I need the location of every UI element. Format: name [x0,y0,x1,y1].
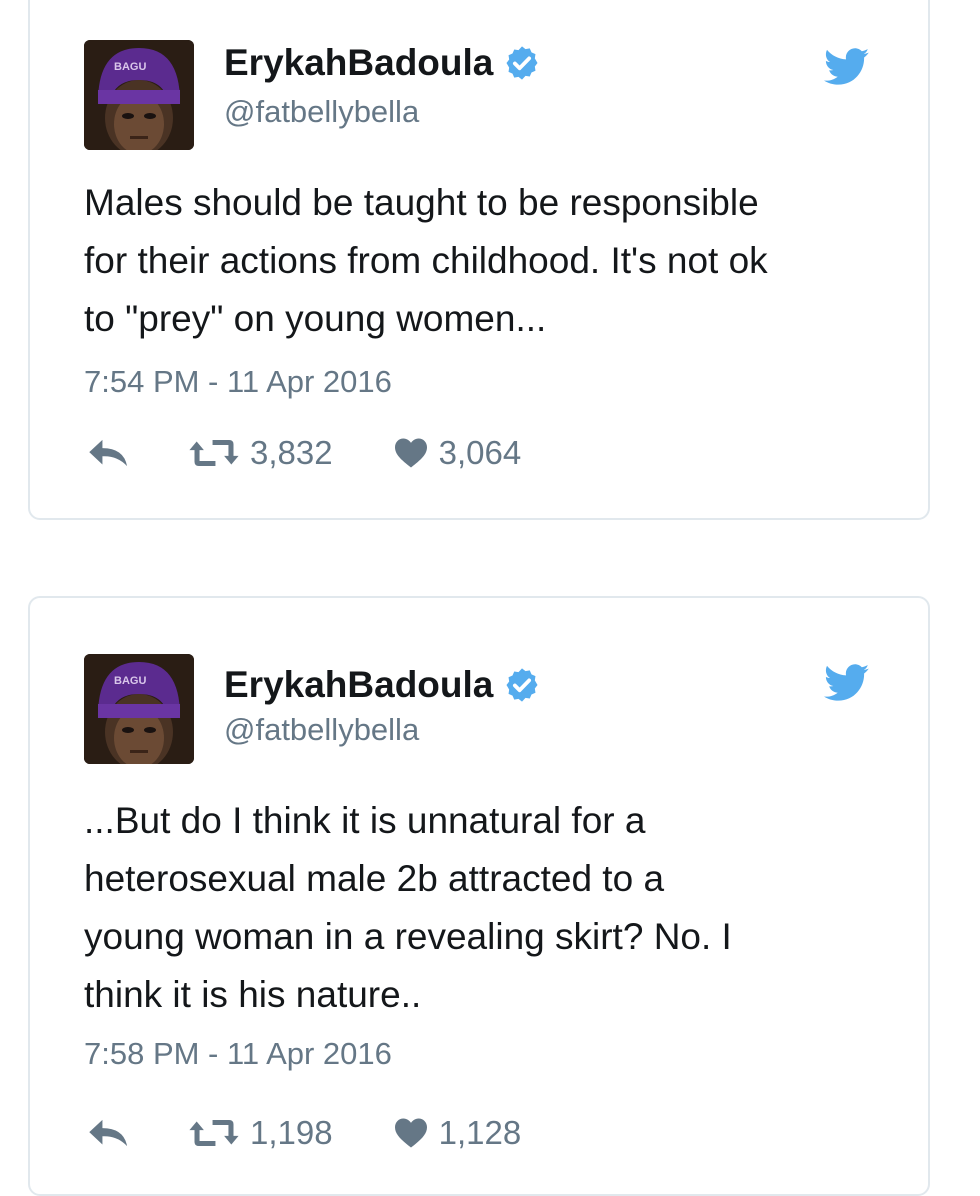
tweet-timestamp[interactable]: 7:54 PM - 11 Apr 2016 [84,364,392,400]
tweet-text: Males should be taught to be responsible… [84,182,768,339]
retweet-icon [189,1120,239,1146]
user-handle[interactable]: @fatbellybella [224,94,419,130]
retweet-button[interactable]: 3,832 [188,434,333,472]
tweet-text: ...But do I think it is unnatural for a … [84,800,732,1015]
heart-icon [394,1118,427,1148]
like-button[interactable]: 3,064 [393,434,522,472]
like-button[interactable]: 1,128 [393,1114,522,1152]
retweet-count: 3,832 [250,434,333,471]
display-name-text: ErykahBadoula [224,664,494,705]
svg-text:BAGU: BAGU [114,61,146,73]
retweet-button[interactable]: 1,198 [188,1114,333,1152]
twitter-bird-icon[interactable] [824,664,870,702]
reply-arrow-icon[interactable] [86,436,132,470]
verified-badge-icon [506,668,538,702]
user-handle[interactable]: @fatbellybella [224,712,419,748]
tweet-card: BAGU ErykahBadoula @fatbellybella ...But… [28,596,930,1196]
heart-icon [394,438,427,468]
reply-arrow-icon[interactable] [86,1116,132,1150]
like-count: 3,064 [438,434,522,471]
display-name-text: ErykahBadoula [224,42,494,83]
twitter-bird-icon[interactable] [824,48,870,86]
tweet-actions: 3,832 3,064 [86,434,521,472]
tweet-actions: 1,198 1,128 [86,1114,521,1152]
avatar[interactable]: BAGU [84,654,194,764]
avatar[interactable]: BAGU [84,40,194,150]
tweet-timestamp[interactable]: 7:58 PM - 11 Apr 2016 [84,1036,392,1072]
verified-badge-icon [506,46,538,80]
like-count: 1,128 [438,1114,522,1151]
retweet-icon [189,440,239,466]
display-name[interactable]: ErykahBadoula [224,42,541,84]
tweet-card: BAGU ErykahBadoula @fatbellybella Males … [28,0,930,520]
svg-text:BAGU: BAGU [114,675,146,687]
display-name[interactable]: ErykahBadoula [224,664,541,706]
retweet-count: 1,198 [250,1114,333,1151]
